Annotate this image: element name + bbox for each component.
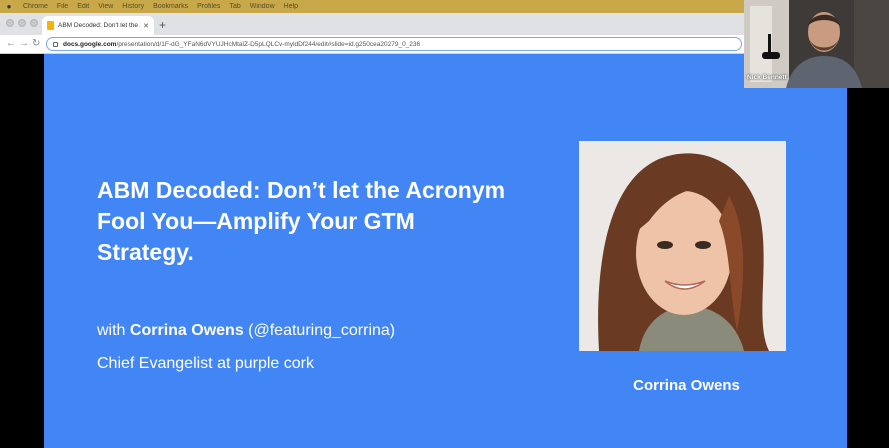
menu-item-window[interactable]: Window — [250, 3, 275, 10]
browser-tab-strip: ABM Decoded: Don't let the A... ✕ + — [0, 13, 744, 35]
tab-title: ABM Decoded: Don't let the A... — [58, 22, 141, 29]
zoom-window-button[interactable] — [30, 19, 38, 27]
apple-icon[interactable]: ● — [4, 2, 14, 11]
minimize-window-button[interactable] — [18, 19, 26, 27]
menu-item-view[interactable]: View — [98, 3, 113, 10]
menu-item-help[interactable]: Help — [284, 3, 298, 10]
menu-item-edit[interactable]: Edit — [77, 3, 89, 10]
speaker-line: with Corrina Owens (@featuring_corrina) — [97, 322, 396, 339]
window-controls — [6, 19, 38, 27]
speaker-name: Corrina Owens — [129, 322, 244, 339]
new-tab-icon[interactable]: + — [159, 18, 166, 32]
google-slides-icon — [47, 21, 54, 30]
lock-icon[interactable] — [53, 41, 58, 47]
browser-toolbar: ← → ↻ docs.google.com/presentation/d/1F-… — [0, 35, 744, 54]
menu-item-history[interactable]: History — [122, 3, 144, 10]
menu-item-chrome[interactable]: Chrome — [23, 3, 48, 10]
speaker-photo — [579, 141, 786, 351]
participant-name: Nick Bennett — [747, 74, 787, 81]
slide-title: ABM Decoded: Don’t let the Acronym Fool … — [97, 177, 506, 265]
reload-icon[interactable]: ↻ — [32, 37, 40, 51]
speaker-handle: (@featuring_corrina) — [243, 322, 396, 339]
menu-item-tab[interactable]: Tab — [229, 3, 240, 10]
close-tab-icon[interactable]: ✕ — [143, 22, 149, 30]
photo-caption: Corrina Owens — [633, 377, 740, 394]
menu-item-bookmarks[interactable]: Bookmarks — [153, 3, 188, 10]
presentation-slide: ABM Decoded: Don’t let the Acronym Fool … — [44, 54, 847, 448]
webcam-feed: Nick Bennett — [744, 0, 889, 88]
browser-tab-active[interactable]: ABM Decoded: Don't let the A... ✕ — [42, 16, 154, 35]
os-menu-bar: ● Chrome File Edit View History Bookmark… — [0, 0, 744, 13]
menu-item-profiles[interactable]: Profiles — [197, 3, 220, 10]
back-icon[interactable]: ← — [6, 37, 16, 51]
close-window-button[interactable] — [6, 19, 14, 27]
address-bar[interactable]: docs.google.com/presentation/d/1F-dG_YFa… — [46, 37, 742, 51]
speaker-role: Chief Evangelist at purple cork — [97, 355, 314, 372]
url-text: docs.google.com/presentation/d/1F-dG_YFa… — [63, 40, 421, 48]
menu-item-file[interactable]: File — [57, 3, 68, 10]
forward-icon[interactable]: → — [19, 37, 29, 51]
